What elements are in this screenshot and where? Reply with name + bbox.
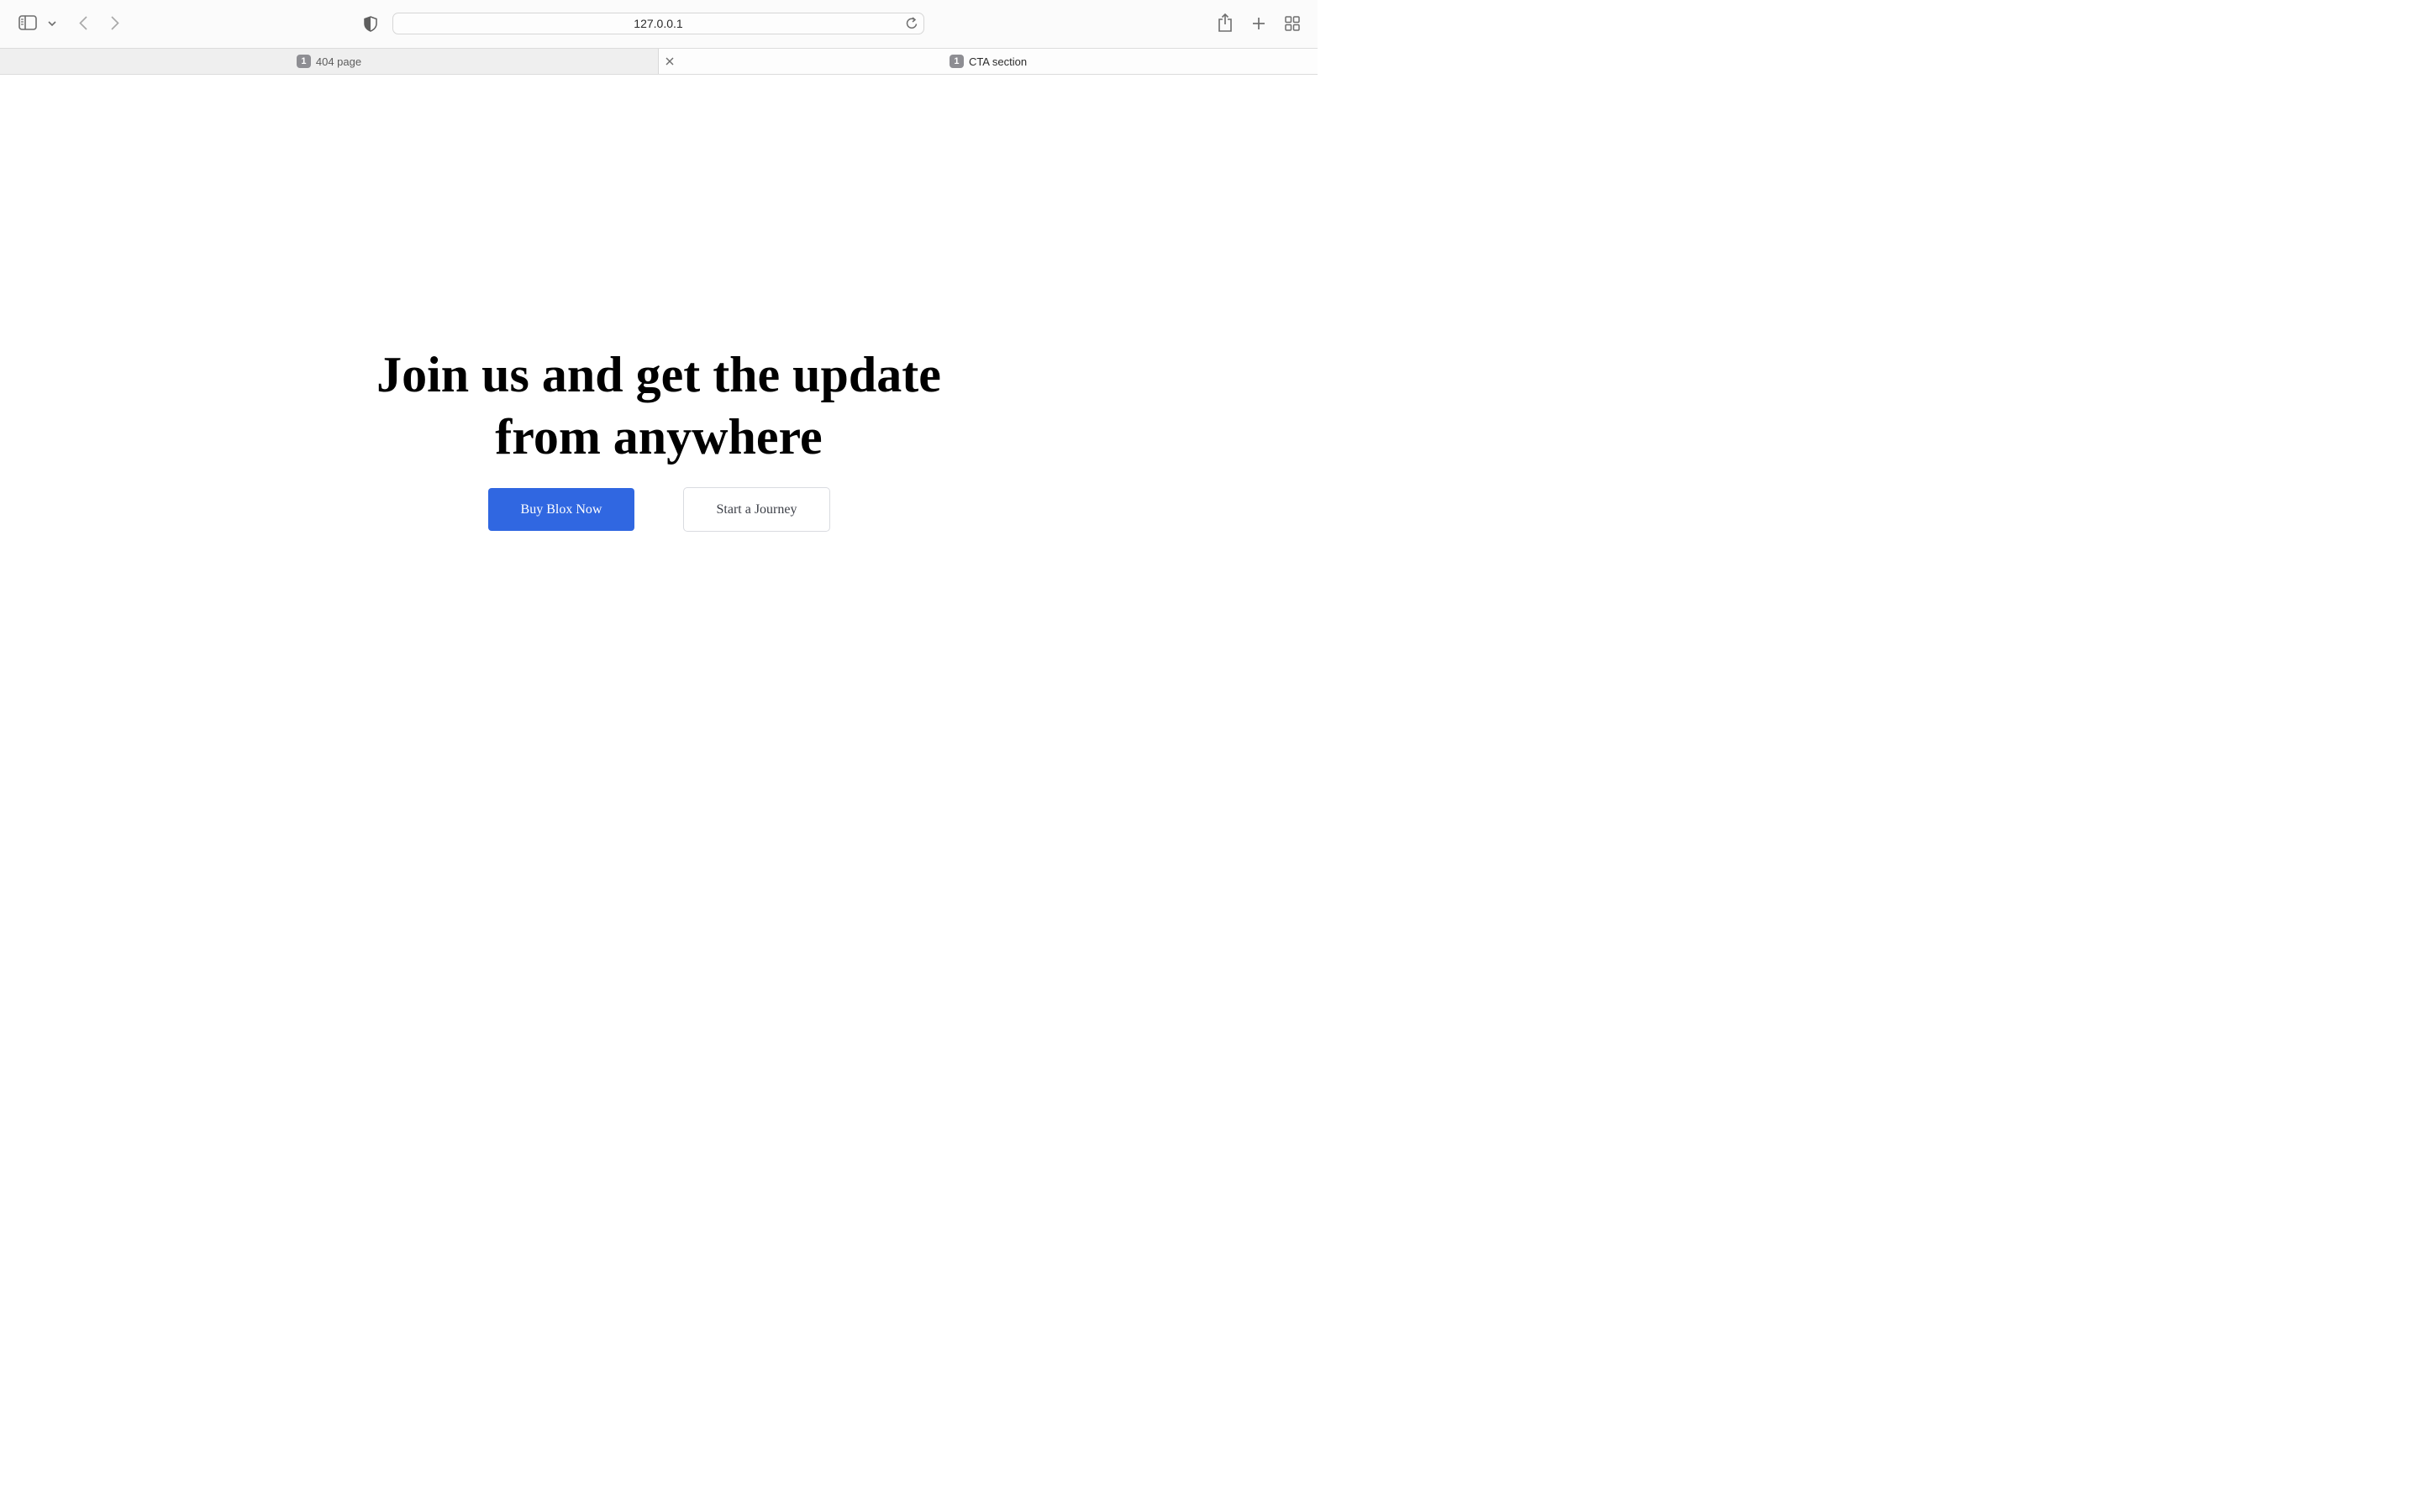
chevron-right-icon[interactable] [108,14,123,31]
shield-icon[interactable] [362,14,379,33]
cta-headline: Join us and get the update from anywhere [376,347,941,465]
tab-label: 404 page [315,55,362,68]
close-icon[interactable] [665,55,675,66]
tab-badge: 1 [296,55,311,68]
start-a-journey-button[interactable]: Start a Journey [683,487,830,532]
tab-bar: 1 404 page 1 CTA section [0,49,1318,75]
chevron-down-icon[interactable] [47,18,57,29]
plus-icon[interactable] [1250,15,1267,32]
grid-icon[interactable] [1284,15,1301,32]
url-text: 127.0.0.1 [634,17,683,30]
browser-toolbar: 127.0.0.1 [0,0,1318,49]
chevron-left-icon[interactable] [76,14,91,31]
address-bar[interactable]: 127.0.0.1 [392,13,924,34]
page-content: Join us and get the update from anywhere… [0,75,1318,823]
tab-label: CTA section [968,55,1028,68]
sidebar-icon[interactable] [18,13,38,32]
tab-badge: 1 [949,55,964,68]
tab-404-page[interactable]: 1 404 page [0,49,659,74]
tab-cta-section[interactable]: 1 CTA section [659,49,1318,74]
reload-icon[interactable] [905,16,918,34]
share-icon[interactable] [1217,12,1234,34]
buy-blox-now-button[interactable]: Buy Blox Now [488,488,634,531]
